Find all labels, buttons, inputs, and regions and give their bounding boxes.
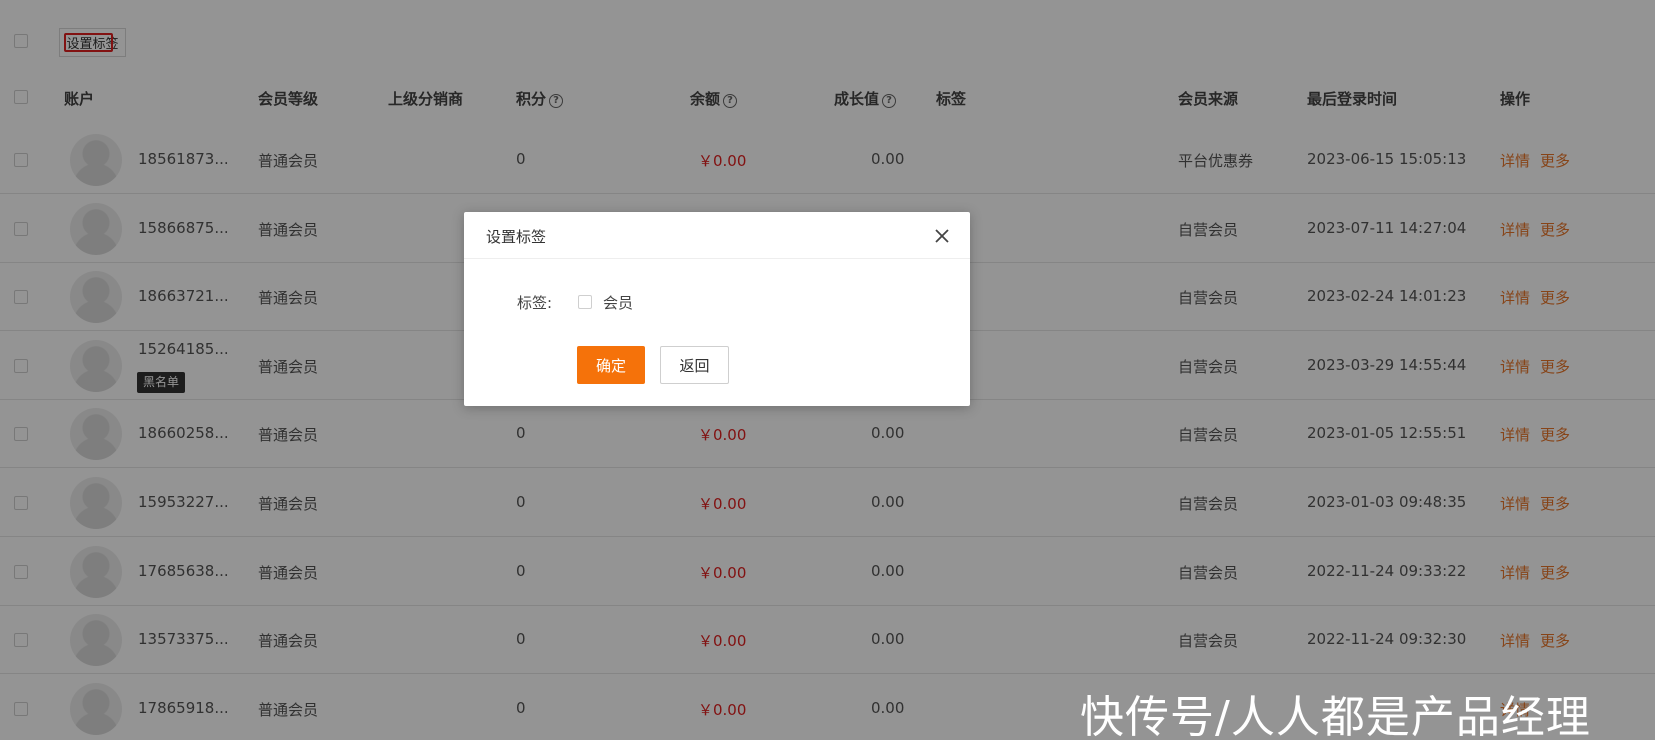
member-tag-checkbox[interactable] [578,295,592,309]
member-list-page: 设置标签 账户 会员等级 上级分销商 积分? 余额? 成长值? 标签 会员来源 … [0,0,1655,740]
dialog-title: 设置标签 [486,228,547,246]
back-button[interactable]: 返回 [660,346,729,384]
watermark: 快传号/人人都是产品经理 [1080,692,1591,740]
set-tag-dialog: 设置标签 标签: 会员 确定 返回 [464,212,970,406]
tag-field-label: 标签: [517,294,553,312]
member-tag-label[interactable]: 会员 [603,292,633,313]
confirm-button[interactable]: 确定 [577,346,645,384]
dialog-header: 设置标签 [464,212,970,259]
close-icon[interactable] [934,228,950,244]
